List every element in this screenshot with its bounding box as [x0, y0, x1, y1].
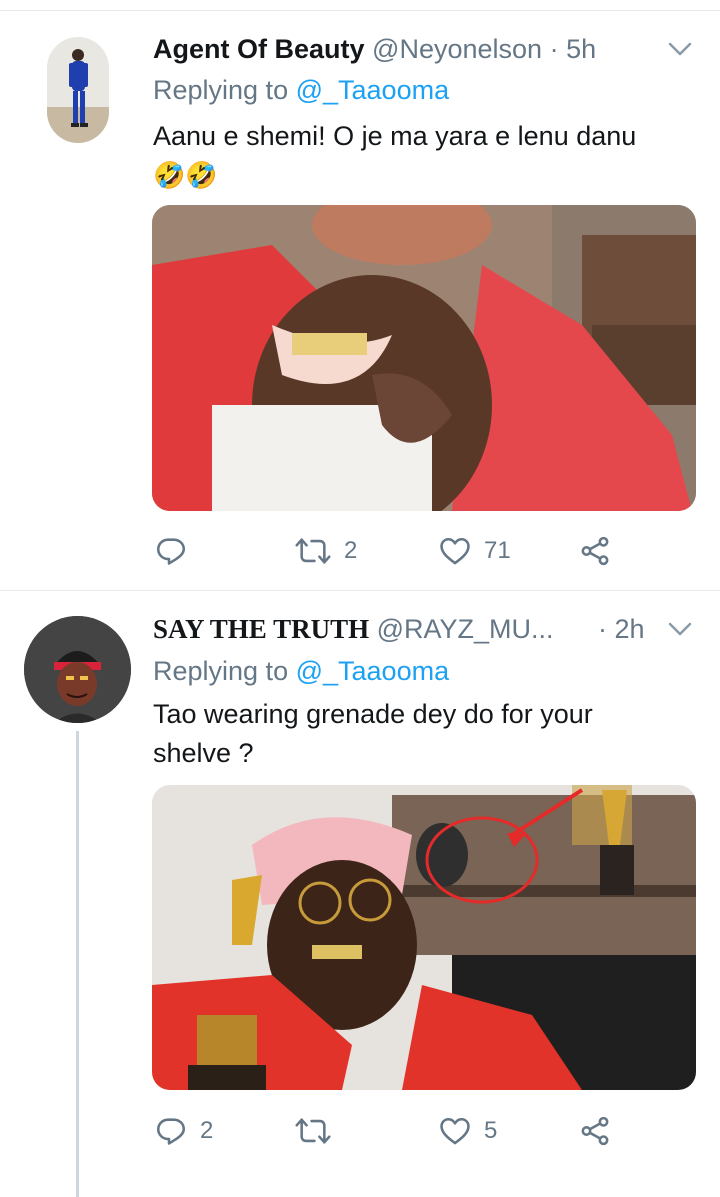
retweet-button[interactable]: 2: [294, 531, 357, 571]
retweet-icon: [295, 1118, 331, 1144]
tweet-body: Aanu e shemi! O je ma yara e lenu danu: [153, 121, 637, 151]
tweet-body: Tao wearing grenade dey do for your shel…: [153, 699, 593, 768]
replying-to-label: Replying to: [153, 656, 296, 686]
user-handle[interactable]: @RAYZ_MU...: [377, 614, 554, 644]
like-button[interactable]: 71: [438, 531, 511, 571]
display-name[interactable]: SAY THE TRUTH: [153, 614, 369, 644]
reply-count: 2: [200, 1117, 214, 1144]
retweet-button[interactable]: [294, 1111, 344, 1151]
mention-link[interactable]: @_Taaooma: [296, 75, 450, 105]
tweet[interactable]: SAY THE TRUTH @RAYZ_MU... · 2h Replying …: [0, 591, 720, 1197]
mention-link[interactable]: @_Taaooma: [296, 656, 450, 686]
like-button[interactable]: 5: [438, 1111, 497, 1151]
reply-icon: [156, 538, 186, 565]
retweet-icon: [295, 538, 331, 564]
reply-button[interactable]: 2: [154, 1111, 213, 1151]
tweet[interactable]: Agent Of Beauty @Neyonelson · 5h Replyin…: [0, 0, 720, 590]
reply-button[interactable]: [154, 531, 200, 571]
tweet-header: Agent Of Beauty @Neyonelson · 5h: [153, 32, 596, 66]
like-icon: [440, 1117, 470, 1145]
like-count: 5: [484, 1117, 498, 1144]
user-handle[interactable]: @Neyonelson: [372, 34, 542, 64]
avatar[interactable]: [47, 37, 109, 143]
reply-icon: [156, 1118, 186, 1145]
retweet-count: 2: [344, 537, 358, 564]
share-button[interactable]: [578, 531, 612, 571]
share-icon: [581, 1116, 609, 1146]
chevron-down-icon[interactable]: [667, 616, 693, 642]
timestamp[interactable]: · 5h: [550, 34, 597, 64]
display-name[interactable]: Agent Of Beauty: [153, 34, 365, 64]
replying-to: Replying to @_Taaooma: [153, 654, 449, 688]
tweet-text: Aanu e shemi! O je ma yara e lenu danu 🤣…: [153, 117, 683, 195]
tweet-actions: 2 71: [152, 531, 692, 571]
tweet-text: Tao wearing grenade dey do for your shel…: [153, 695, 663, 773]
avatar[interactable]: [24, 616, 131, 723]
timestamp[interactable]: · 2h: [598, 614, 645, 644]
share-icon: [581, 536, 609, 566]
tweet-header: SAY THE TRUTH @RAYZ_MU...: [153, 612, 554, 646]
like-icon: [440, 537, 470, 565]
tweet-image[interactable]: [152, 785, 696, 1090]
chevron-down-icon[interactable]: [667, 36, 693, 62]
replying-to: Replying to @_Taaooma: [153, 73, 449, 107]
like-count: 71: [484, 537, 511, 564]
replying-to-label: Replying to: [153, 75, 296, 105]
timestamp-wrap: · 2h: [598, 612, 645, 646]
emoji: 🤣🤣: [153, 160, 218, 190]
tweet-image[interactable]: [152, 205, 696, 511]
share-button[interactable]: [578, 1111, 612, 1151]
thread-line: [76, 731, 79, 1197]
tweet-actions: 2 5: [152, 1111, 692, 1151]
